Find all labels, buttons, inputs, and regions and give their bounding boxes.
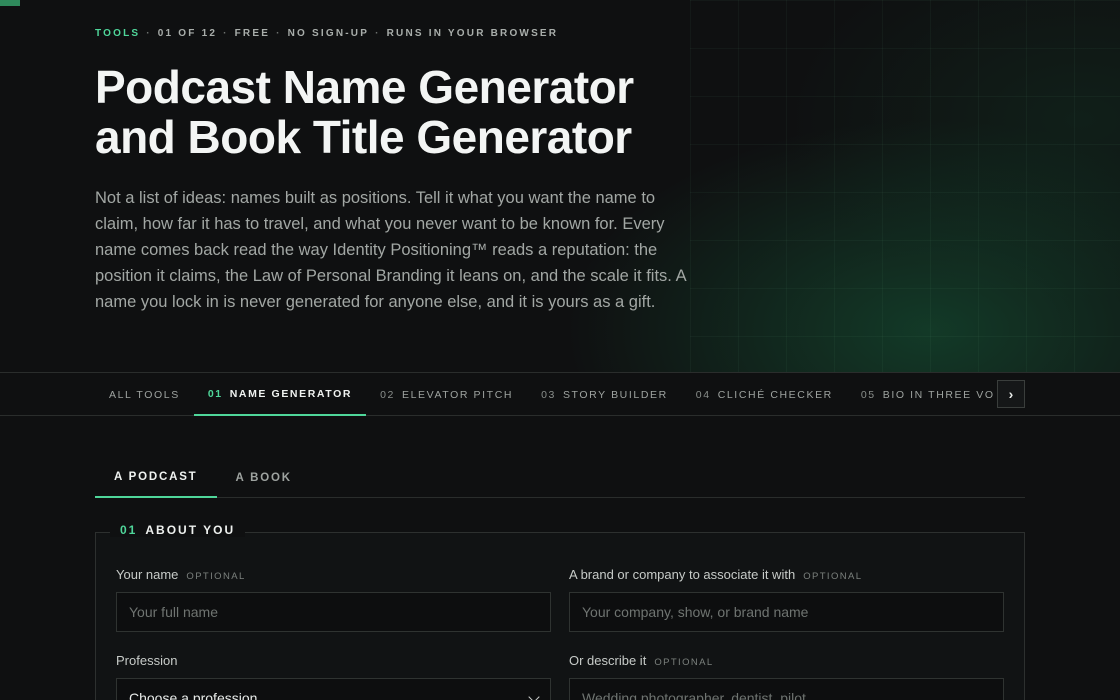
brand-input[interactable] xyxy=(569,592,1004,632)
eyebrow-item: RUNS IN YOUR BROWSER xyxy=(386,28,559,39)
eyebrow-item: 01 OF 12 xyxy=(157,28,218,39)
chevron-right-icon: › xyxy=(1008,386,1014,402)
tab-book[interactable]: A BOOK xyxy=(217,458,311,498)
tool-tab-elevator-pitch[interactable]: 02 ELEVATOR PITCH xyxy=(366,373,527,416)
tool-tab-label: ELEVATOR PITCH xyxy=(401,388,514,401)
intro-text: Not a list of ideas: names built as posi… xyxy=(95,189,686,311)
tab-podcast[interactable]: A PODCAST xyxy=(95,458,217,498)
tool-tab-number: 01 xyxy=(207,387,223,400)
profession-field-label: Profession xyxy=(116,653,177,668)
brand-field-label: A brand or company to associate it with O… xyxy=(569,567,862,582)
tool-tab-label: NAME GENERATOR xyxy=(229,387,353,400)
page-title-line-2: and Book Title Generator xyxy=(95,111,632,163)
brand-label-text: A brand or company to associate it with xyxy=(569,567,796,582)
tool-tab-name-generator[interactable]: 01 NAME GENERATOR xyxy=(193,373,367,416)
section-title: ABOUT YOU xyxy=(145,523,236,537)
describe-field-label: Or describe it OPTIONAL xyxy=(569,653,714,668)
tool-tabs-bar: ALL TOOLS 01 NAME GENERATOR 02 ELEVATOR PI… xyxy=(0,372,1120,416)
eyebrow: TOOLS · 01 OF 12 · FREE · NO SIGN-UP · RUNS IN Y… xyxy=(95,28,559,39)
name-input[interactable] xyxy=(116,592,551,632)
name-label-text: Your name xyxy=(116,567,179,582)
page-title-line-1: Podcast Name Generator xyxy=(95,61,634,113)
tool-tab-label: CLICHÉ CHECKER xyxy=(717,388,833,401)
tool-tabs-next-button[interactable]: › xyxy=(997,380,1025,408)
tool-tab-cliche-checker[interactable]: 04 CLICHÉ CHECKER xyxy=(682,373,847,416)
tool-tab-label: STORY BUILDER xyxy=(562,388,668,401)
name-field-label: Your name OPTIONAL xyxy=(116,567,246,582)
tab-label: A BOOK xyxy=(235,472,292,484)
section-number: 01 xyxy=(120,523,138,537)
tool-tab-all-tools[interactable]: ALL TOOLS xyxy=(95,373,194,416)
optional-tag: OPTIONAL xyxy=(654,657,714,668)
profession-label-text: Profession xyxy=(116,653,178,668)
tool-tab-number: 04 xyxy=(695,388,711,401)
hero: TOOLS · 01 OF 12 · FREE · NO SIGN-UP · RUNS IN Y… xyxy=(0,0,1120,372)
tool-tab-number: 03 xyxy=(541,388,556,401)
tool-tab-label: BIO IN THREE VOICES xyxy=(882,388,995,401)
mode-tabs: A PODCAST A BOOK xyxy=(95,458,1025,498)
optional-tag: OPTIONAL xyxy=(186,571,246,582)
optional-tag: OPTIONAL xyxy=(803,571,863,582)
chevron-down-icon xyxy=(528,691,540,700)
eyebrow-item: FREE xyxy=(234,28,271,39)
describe-label-text: Or describe it xyxy=(569,653,647,668)
describe-input[interactable] xyxy=(569,678,1004,700)
section-legend: 01 ABOUT YOU xyxy=(110,523,246,537)
profession-selected-value: Choose a profession xyxy=(129,690,258,700)
tool-tabs: ALL TOOLS 01 NAME GENERATOR 02 ELEVATOR PI… xyxy=(95,373,995,416)
profession-select[interactable]: Choose a profession xyxy=(116,678,551,700)
tab-label: A PODCAST xyxy=(114,471,198,483)
tool-tab-label: ALL TOOLS xyxy=(109,388,180,401)
tool-tab-number: 02 xyxy=(380,388,395,401)
eyebrow-item: NO SIGN-UP xyxy=(287,28,370,39)
corner-accent xyxy=(0,0,20,6)
hero-grid-decoration xyxy=(690,0,1120,372)
tool-tab-number: 05 xyxy=(860,388,876,401)
tool-tab-story-builder[interactable]: 03 STORY BUILDER xyxy=(527,373,682,416)
eyebrow-category: TOOLS xyxy=(95,28,141,39)
tool-tab-bio-in-three-voices[interactable]: 05 BIO IN THREE VOICES xyxy=(847,373,995,416)
page-title: Podcast Name Generator and Book Title Ge… xyxy=(95,62,735,162)
